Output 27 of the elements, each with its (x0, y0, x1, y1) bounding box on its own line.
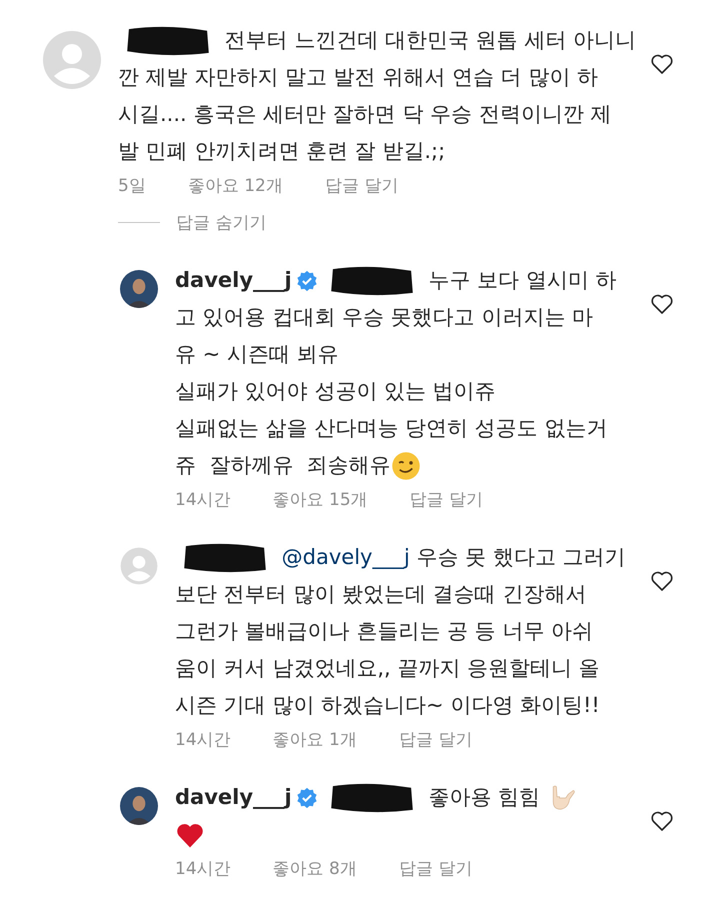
username-link[interactable]: davely___j (175, 785, 292, 809)
likes-count[interactable]: 좋아요 15개 (272, 488, 368, 511)
likes-count[interactable]: 좋아요 8개 (272, 857, 357, 880)
mention-link[interactable]: @davely___j (275, 545, 410, 569)
heart-icon[interactable] (650, 809, 674, 833)
comment-text: davely___j 누구 보다 열시미 하 고 있어용 컵대회 우승 못했다고 이러지는 마 유 ~ 시즌때 뵈유 실패가 있어야 성공이 있는 법이쥬 실패없는 삶을 산다며능 당연히 성공도 없는거 쥬 잘하께유 죄송해유 (175, 262, 650, 484)
heart-icon[interactable] (650, 52, 674, 76)
reply-link[interactable]: 답글 달기 (410, 488, 484, 511)
comment-time: 5일 (118, 175, 146, 197)
likes-count[interactable]: 좋아요 12개 (188, 174, 283, 197)
heart-icon[interactable] (650, 569, 674, 593)
verified-badge-icon (296, 270, 318, 292)
comment-time: 14시간 (175, 729, 231, 751)
verified-badge-icon (296, 787, 318, 810)
likes-count[interactable]: 좋아요 1개 (272, 728, 357, 751)
reply-link[interactable]: 답글 달기 (398, 857, 472, 880)
username-link[interactable]: davely___j (175, 268, 292, 292)
comment-text: @davely___j 우승 못 했다고 그러기 보단 전부터 많이 봤었는데 결승때 긴장해서 그런가 볼배급이나 흔들리는 공 등 너무 아쉬 움이 커서 남겼었네요,, 끝까지 응원할테니 올 시즌 기대 많이 하겠습니다~ 이다영 화이팅!! (175, 539, 650, 724)
hide-replies-link[interactable]: 답글 숨기기 (176, 211, 266, 234)
comment-time: 14시간 (175, 858, 231, 880)
reply-link[interactable]: 답글 달기 (324, 174, 398, 197)
comment-text: 전부터 느낀건데 대한민국 원톱 세터 아니니 깐 제발 자만하지 말고 발전 위해서 연습 더 많이 하 시길.... 흥국은 세터만 잘하면 닥 우승 전력이니깐 제 발 민폐 안끼치려면 훈련 잘 받길.;; (118, 22, 650, 170)
heart-icon[interactable] (650, 292, 674, 316)
comment-time: 14시간 (175, 489, 231, 511)
winking-face-icon (390, 451, 421, 482)
reply-link[interactable]: 답글 달기 (398, 728, 472, 751)
comment-text: davely___j 좋아용 힘힘 (175, 779, 650, 853)
